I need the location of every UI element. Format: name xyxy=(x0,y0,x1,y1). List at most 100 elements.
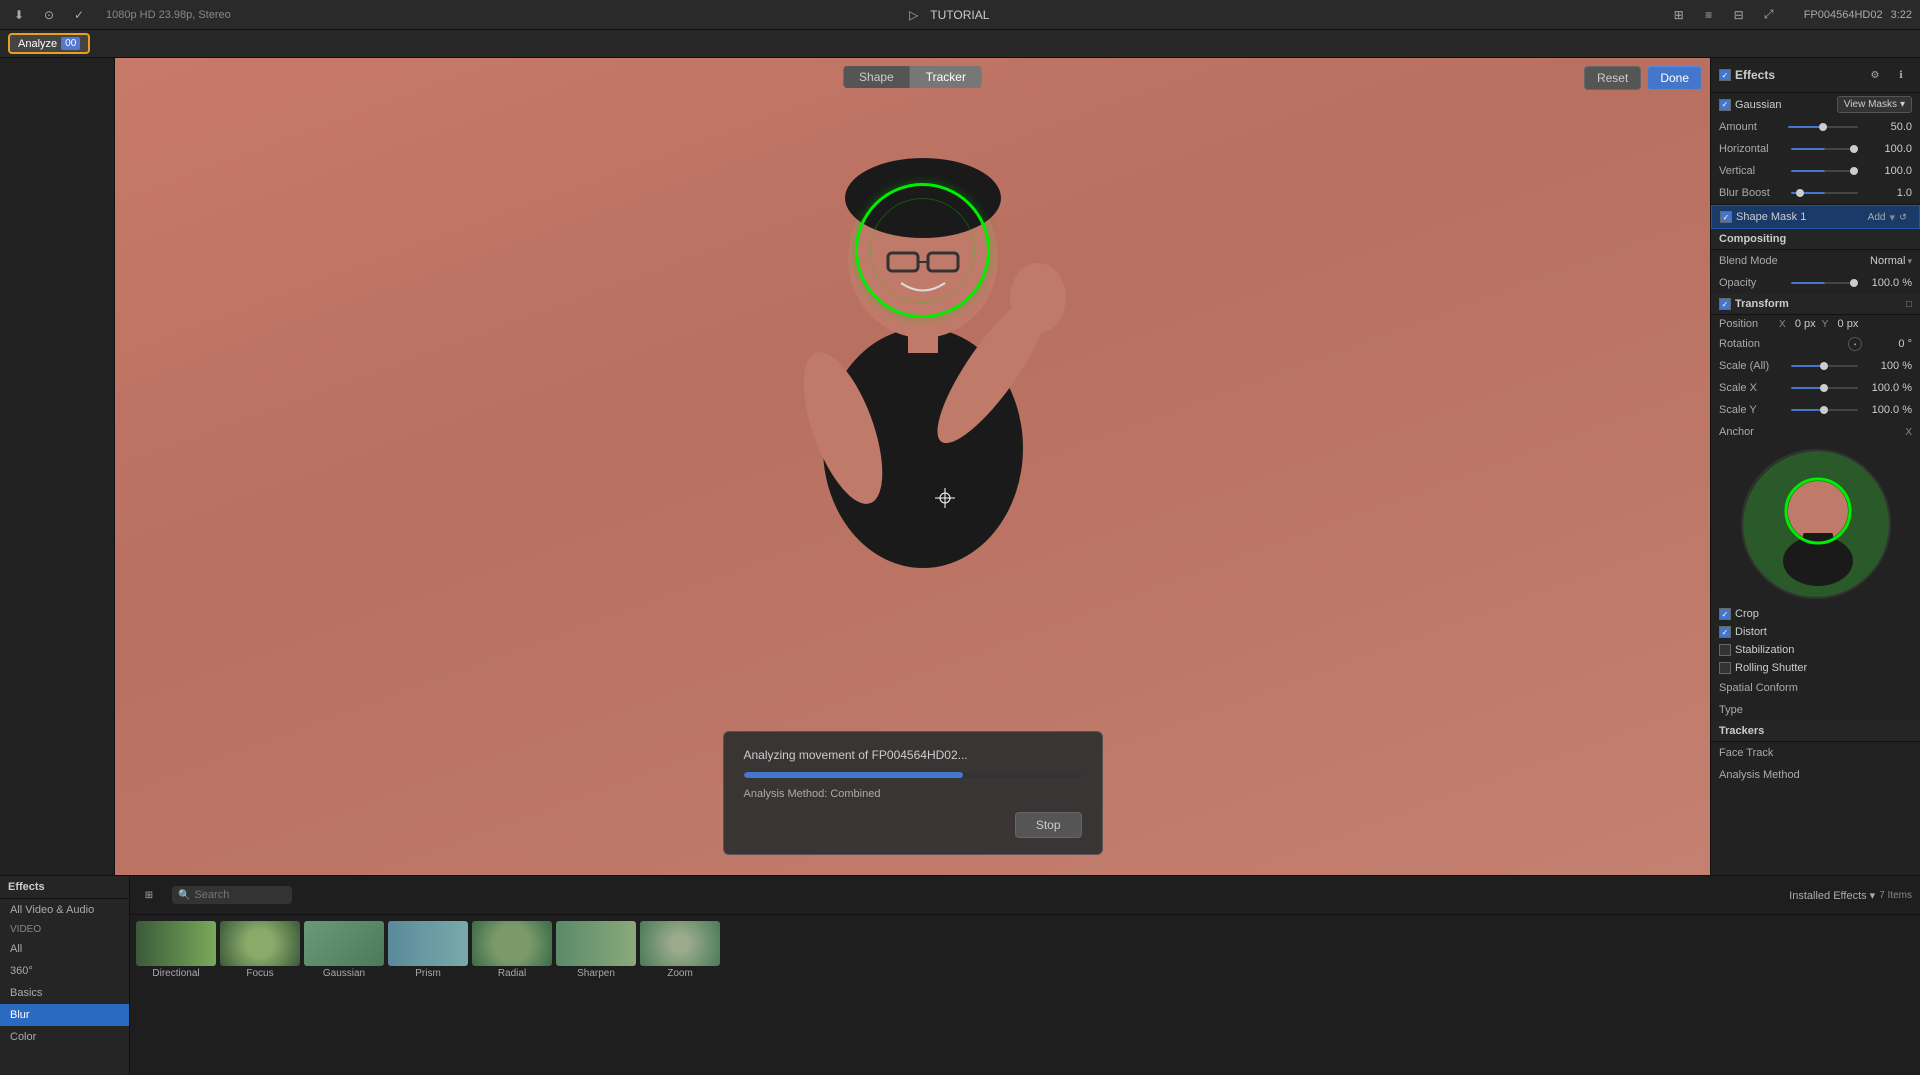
effect-sharpen[interactable]: Sharpen xyxy=(556,921,636,1069)
panel-icon[interactable]: ⊟ xyxy=(1728,4,1750,26)
layout-icon[interactable]: ≡ xyxy=(1698,4,1720,26)
cat-all[interactable]: All xyxy=(0,938,129,960)
effects-header: Effects ⚙ ℹ xyxy=(1711,58,1920,93)
gaussian-checkbox[interactable] xyxy=(1719,99,1731,111)
effect-prism[interactable]: Prism xyxy=(388,921,468,1069)
scale-all-label: Scale (All) xyxy=(1719,360,1787,372)
reset-button[interactable]: Reset xyxy=(1584,66,1641,90)
analysis-title: Analyzing movement of FP004564HD02... xyxy=(744,748,1082,762)
left-panel xyxy=(0,58,115,875)
expand-icon[interactable]: ⤢ xyxy=(1758,4,1780,26)
sharpen-label: Sharpen xyxy=(556,968,636,979)
radial-label: Radial xyxy=(472,968,552,979)
stabilization-checkbox[interactable] xyxy=(1719,644,1731,656)
scale-all-value: 100 % xyxy=(1862,360,1912,372)
trackers-header[interactable]: Trackers xyxy=(1711,721,1920,742)
scale-x-slider[interactable] xyxy=(1791,387,1859,389)
tab-tracker[interactable]: Tracker xyxy=(910,66,982,88)
tutorial-label: TUTORIAL xyxy=(930,8,989,22)
cat-basics[interactable]: Basics xyxy=(0,982,129,1004)
analysis-method-label: Analysis Method xyxy=(1719,769,1912,781)
top-bar-left: ⬇ ⊙ ✓ 1080p HD 23.98p, Stereo xyxy=(8,4,231,26)
amount-label: Amount xyxy=(1719,121,1784,133)
view-masks-button[interactable]: View Masks ▾ xyxy=(1837,96,1912,113)
analyze-button[interactable]: Analyze 00 xyxy=(8,33,90,54)
blend-mode-row: Blend Mode Normal ▾ xyxy=(1711,250,1920,272)
search-icon: 🔍 xyxy=(178,890,190,901)
horizontal-slider[interactable] xyxy=(1791,148,1859,150)
blur-boost-value: 1.0 xyxy=(1862,187,1912,199)
vertical-slider[interactable] xyxy=(1791,170,1859,172)
radial-thumb-img xyxy=(472,921,552,966)
filter-icon[interactable]: ⚙ xyxy=(1864,64,1886,86)
gaussian-label-thumb: Gaussian xyxy=(304,968,384,979)
compositing-header[interactable]: Compositing xyxy=(1711,229,1920,250)
search-bar[interactable]: 🔍 xyxy=(172,886,292,904)
rolling-shutter-row: Rolling Shutter xyxy=(1711,659,1920,677)
crop-label: Crop xyxy=(1735,608,1759,620)
effect-gaussian[interactable]: Gaussian xyxy=(304,921,384,1069)
effect-directional[interactable]: Directional xyxy=(136,921,216,1069)
amount-slider[interactable] xyxy=(1788,126,1858,128)
type-label: Type xyxy=(1719,704,1912,716)
horizontal-row: Horizontal 100.0 xyxy=(1711,138,1920,160)
effect-radial[interactable]: Radial xyxy=(472,921,552,1069)
info-icon[interactable]: ℹ xyxy=(1890,64,1912,86)
directional-thumb-img xyxy=(136,921,216,966)
blend-mode-value: Normal xyxy=(1870,255,1905,267)
stop-button[interactable]: Stop xyxy=(1015,812,1082,838)
shape-mask-label: Shape Mask 1 xyxy=(1736,211,1868,223)
effect-zoom[interactable]: Zoom xyxy=(640,921,720,1069)
effect-focus[interactable]: Focus xyxy=(220,921,300,1069)
thumbnail-circle xyxy=(1741,449,1891,599)
prism-label: Prism xyxy=(388,968,468,979)
scale-all-row: Scale (All) 100 % xyxy=(1711,355,1920,377)
sharpen-thumb-img xyxy=(556,921,636,966)
prism-thumb-img xyxy=(388,921,468,966)
transform-checkbox[interactable] xyxy=(1719,298,1731,310)
rotation-value: 0 ° xyxy=(1862,338,1912,350)
crop-checkbox[interactable] xyxy=(1719,608,1731,620)
installed-label[interactable]: Installed Effects ▾ xyxy=(1789,889,1875,902)
cat-color[interactable]: Color xyxy=(0,1026,129,1048)
opacity-slider[interactable] xyxy=(1791,282,1859,284)
distort-checkbox[interactable] xyxy=(1719,626,1731,638)
vertical-value: 100.0 xyxy=(1862,165,1912,177)
effects-grid-icon[interactable]: ⊞ xyxy=(138,884,160,906)
tab-shape[interactable]: Shape xyxy=(843,66,910,88)
shape-mask-checkbox[interactable] xyxy=(1720,211,1732,223)
transform-header[interactable]: Transform □ xyxy=(1711,294,1920,315)
item-count: 7 Items xyxy=(1879,890,1912,901)
analyze-inner: 00 xyxy=(61,37,80,50)
done-button[interactable]: Done xyxy=(1647,66,1702,90)
rotation-dial[interactable]: • xyxy=(1848,337,1862,351)
anchor-x-label: X xyxy=(1905,427,1912,438)
grid-icon[interactable]: ⊞ xyxy=(1668,4,1690,26)
scale-y-label: Scale Y xyxy=(1719,404,1787,416)
mask-reset-icon[interactable]: ↺ xyxy=(1895,209,1911,225)
focus-thumb-img xyxy=(220,921,300,966)
spatial-conform-row: Spatial Conform xyxy=(1711,677,1920,699)
cat-all-video[interactable]: All Video & Audio xyxy=(0,899,129,921)
anchor-row: Anchor X xyxy=(1711,421,1920,443)
trackers-title: Trackers xyxy=(1719,725,1912,737)
search-input[interactable] xyxy=(194,889,336,901)
back-icon[interactable]: ⬇ xyxy=(8,4,30,26)
blur-boost-slider[interactable] xyxy=(1791,192,1859,194)
scale-y-slider[interactable] xyxy=(1791,409,1859,411)
cat-blur[interactable]: Blur xyxy=(0,1004,129,1026)
cat-360[interactable]: 360° xyxy=(0,960,129,982)
check-icon[interactable]: ✓ xyxy=(68,4,90,26)
video-area: Shape Tracker xyxy=(115,58,1710,875)
anchor-label: Anchor xyxy=(1719,426,1905,438)
face-track-row: Face Track xyxy=(1711,742,1920,764)
stabilization-label: Stabilization xyxy=(1735,644,1794,656)
rolling-shutter-checkbox[interactable] xyxy=(1719,662,1731,674)
media-icon[interactable]: ⊙ xyxy=(38,4,60,26)
effects-checkbox[interactable] xyxy=(1719,69,1731,81)
effects-icons: ⚙ ℹ xyxy=(1864,64,1912,86)
face-tracking-circle xyxy=(855,183,990,318)
progress-bar-container xyxy=(744,772,1082,778)
scale-all-slider[interactable] xyxy=(1791,365,1859,367)
distort-label: Distort xyxy=(1735,626,1767,638)
